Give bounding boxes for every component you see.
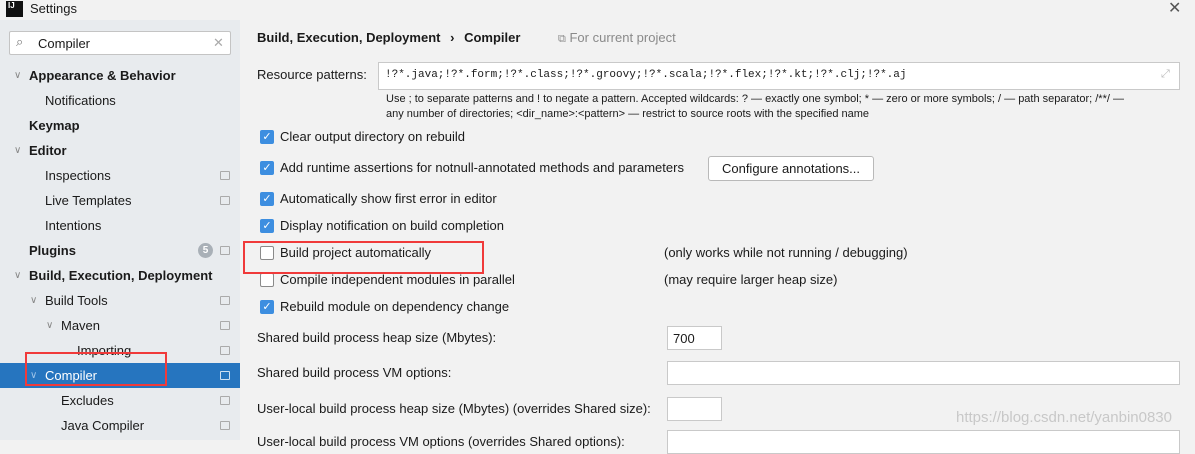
window-title: Settings [30, 1, 77, 16]
sidebar-item-build-tools[interactable]: ∨ Build Tools [0, 288, 240, 313]
field-label: User-local build process VM options (ove… [257, 434, 625, 449]
checkbox[interactable]: ✓ [260, 300, 274, 314]
scope-label: ⧉ For current project [558, 30, 676, 46]
option-note: (may require larger heap size) [664, 272, 838, 287]
sidebar-item-label: Maven [61, 318, 101, 333]
field-label: Shared build process heap size (Mbytes): [257, 330, 497, 345]
checkbox[interactable]: ✓ [260, 219, 274, 233]
chevron-down-icon[interactable]: ∨ [14, 263, 21, 288]
project-scope-icon [220, 171, 230, 180]
project-scope-icon [220, 396, 230, 405]
checkbox[interactable]: ✓ [260, 130, 274, 144]
checkbox-label[interactable]: Clear output directory on rebuild [280, 129, 465, 144]
copy-icon: ⧉ [558, 33, 566, 45]
sidebar-item-java-compiler[interactable]: Java Compiler [0, 413, 240, 438]
text-field[interactable] [667, 361, 1180, 385]
sidebar-item-label: Appearance & Behavior [29, 68, 176, 83]
help-text-1: Use ; to separate patterns and ! to nega… [386, 93, 1124, 105]
update-count-badge: 5 [198, 243, 213, 258]
sidebar-item-label: Excludes [61, 393, 114, 408]
sidebar-item-label: Keymap [29, 118, 80, 133]
sidebar-item-label: Build, Execution, Deployment [29, 268, 213, 283]
sidebar-item-plugins[interactable]: Plugins 5 [0, 238, 240, 263]
project-scope-icon [220, 346, 230, 355]
sidebar-item-maven[interactable]: ∨ Maven [0, 313, 240, 338]
checkbox-label[interactable]: Rebuild module on dependency change [280, 299, 509, 314]
option-note: (only works while not running / debuggin… [664, 245, 908, 260]
project-scope-icon [220, 246, 230, 255]
sidebar-item-editor[interactable]: ∨ Editor [0, 138, 240, 163]
sidebar-item-label: Inspections [45, 168, 111, 183]
field-label: Shared build process VM options: [257, 365, 452, 380]
scope-text: For current project [569, 30, 676, 45]
breadcrumb-separator: › [450, 30, 455, 45]
sidebar-item-label: Intentions [45, 218, 102, 233]
sidebar-item-build-execution-deployment[interactable]: ∨ Build, Execution, Deployment [0, 263, 240, 288]
sidebar-item-label: Editor [29, 143, 67, 158]
sidebar-item-notifications[interactable]: Notifications [0, 88, 240, 113]
configure-annotations-button[interactable]: Configure annotations... [708, 156, 874, 181]
project-scope-icon [220, 371, 230, 380]
checkbox-label[interactable]: Automatically show first error in editor [280, 191, 497, 206]
breadcrumb: Build, Execution, Deployment › Compiler [257, 30, 520, 45]
sidebar-item-keymap[interactable]: Keymap [0, 113, 240, 138]
resource-patterns-input[interactable]: !?*.java;!?*.form;!?*.class;!?*.groovy;!… [378, 62, 1180, 90]
expand-icon[interactable]: ⤢ [1161, 68, 1170, 81]
sidebar-item-appearance-behavior[interactable]: ∨ Appearance & Behavior [0, 63, 240, 88]
resource-patterns-label: Resource patterns: [257, 67, 367, 82]
project-scope-icon [220, 421, 230, 430]
highlight-box-compiler [25, 352, 167, 386]
project-scope-icon [220, 321, 230, 330]
resource-patterns-value: !?*.java;!?*.form;!?*.class;!?*.groovy;!… [385, 69, 907, 81]
sidebar-item-live-templates[interactable]: Live Templates [0, 188, 240, 213]
checkbox[interactable]: ✓ [260, 192, 274, 206]
text-field[interactable]: 700 [667, 326, 722, 350]
chevron-down-icon[interactable]: ∨ [30, 288, 37, 313]
breadcrumb-current: Compiler [464, 30, 521, 45]
checkbox[interactable] [260, 273, 274, 287]
sidebar-item-label: Live Templates [45, 193, 132, 208]
text-field[interactable] [667, 397, 722, 421]
project-scope-icon [220, 296, 230, 305]
clear-icon[interactable]: ✕ [213, 35, 224, 51]
search-value: Compiler [38, 36, 91, 51]
chevron-down-icon[interactable]: ∨ [46, 313, 53, 338]
sidebar-item-excludes[interactable]: Excludes [0, 388, 240, 413]
checkbox[interactable]: ✓ [260, 161, 274, 175]
search-input[interactable]: ⌕ Compiler ✕ [9, 31, 231, 55]
project-scope-icon [220, 196, 230, 205]
breadcrumb-parent[interactable]: Build, Execution, Deployment [257, 30, 440, 45]
watermark: https://blog.csdn.net/yanbin0830 [956, 409, 1172, 426]
sidebar-item-label: Build Tools [45, 293, 108, 308]
sidebar-item-label: Notifications [45, 93, 116, 108]
field-label: User-local build process heap size (Mbyt… [257, 401, 651, 416]
chevron-down-icon[interactable]: ∨ [14, 63, 21, 88]
text-field[interactable] [667, 430, 1180, 454]
checkbox-label[interactable]: Display notification on build completion [280, 218, 504, 233]
search-icon: ⌕ [16, 34, 24, 49]
app-logo: IJ [6, 1, 23, 17]
highlight-box-build-automatically [243, 241, 484, 274]
checkbox-label[interactable]: Compile independent modules in parallel [280, 272, 515, 287]
sidebar-item-inspections[interactable]: Inspections [0, 163, 240, 188]
close-icon[interactable]: ✕ [1168, 0, 1181, 18]
sidebar-item-intentions[interactable]: Intentions [0, 213, 240, 238]
title-bar: IJ Settings ✕ [0, 0, 1195, 20]
chevron-down-icon[interactable]: ∨ [14, 138, 21, 163]
checkbox-label[interactable]: Add runtime assertions for notnull-annot… [280, 160, 684, 175]
help-text-2: any number of directories; <dir_name>:<p… [386, 108, 870, 120]
sidebar-item-label: Java Compiler [61, 418, 145, 433]
sidebar-item-label: Plugins [29, 243, 76, 258]
